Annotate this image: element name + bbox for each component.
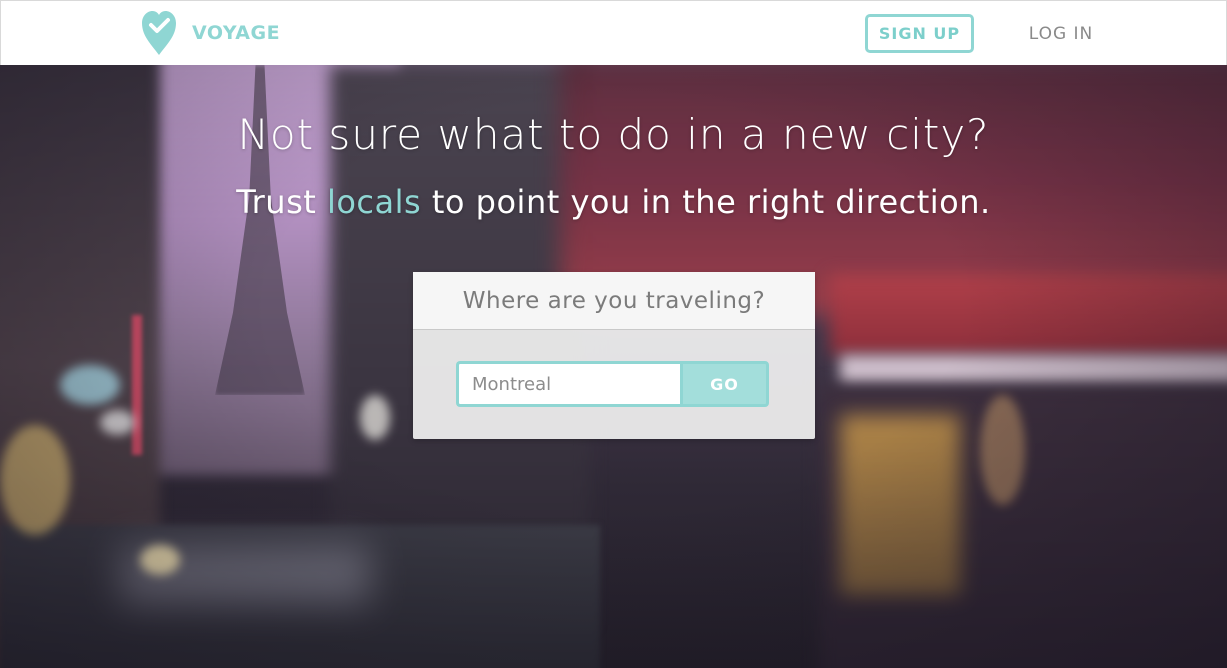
heart-check-pin-icon: [141, 10, 177, 56]
sign-up-button[interactable]: SIGN UP: [865, 14, 974, 53]
top-navbar: VOYAGE SIGN UP LOG IN: [0, 0, 1227, 65]
subline-text-end: to point you in the right direction.: [421, 183, 991, 221]
brand-name: VOYAGE: [192, 22, 281, 44]
destination-input[interactable]: [456, 361, 682, 407]
hero-subline: Trust locals to point you in the right d…: [0, 183, 1227, 221]
go-button[interactable]: GO: [680, 361, 769, 407]
hero-headline: Not sure what to do in a new city?: [237, 110, 990, 159]
search-card: Where are you traveling? GO: [413, 272, 815, 439]
search-form: GO: [456, 361, 769, 407]
log-in-link[interactable]: LOG IN: [1011, 21, 1111, 47]
brand-logo[interactable]: VOYAGE: [141, 10, 280, 56]
subline-text-start: Trust: [236, 183, 327, 221]
search-card-title: Where are you traveling?: [413, 272, 815, 330]
subline-accent-word: locals: [326, 183, 422, 221]
